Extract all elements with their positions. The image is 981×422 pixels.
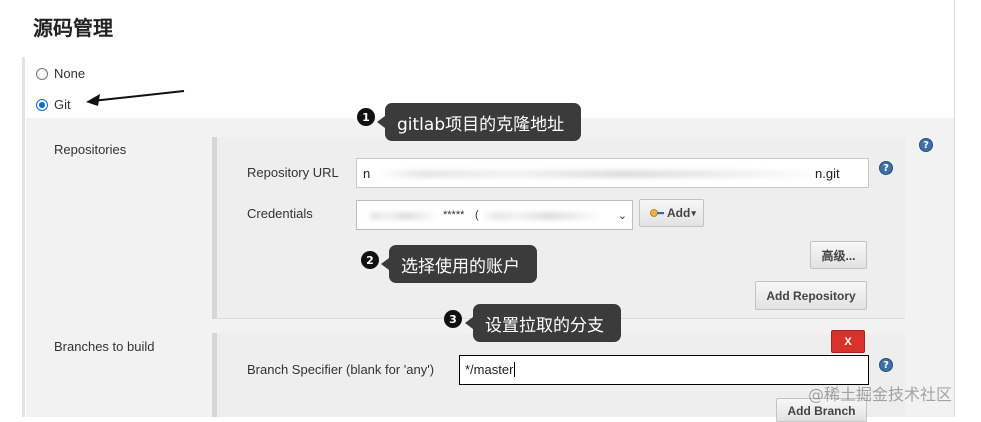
credentials-label: Credentials: [247, 206, 313, 221]
annotation-number: 2: [361, 251, 379, 269]
section-indent-bar: [22, 57, 25, 417]
watermark: @稀土掘金技术社区: [808, 385, 953, 404]
annotation-callout: gitlab项目的克隆地址: [377, 103, 581, 141]
section-title: 源码管理: [33, 16, 113, 40]
add-repository-button[interactable]: Add Repository: [755, 281, 867, 310]
annotation-callout: 选择使用的账户: [381, 245, 537, 283]
advanced-button[interactable]: 高级...: [810, 241, 867, 269]
redacted-url: [377, 170, 827, 178]
annotation-number: 3: [444, 310, 462, 328]
scm-option-none[interactable]: None: [36, 66, 85, 81]
credentials-select[interactable]: ***** ( ⌄: [356, 200, 633, 230]
radio-git[interactable]: [36, 98, 48, 111]
help-icon[interactable]: ?: [919, 138, 933, 152]
delete-branch-button[interactable]: X: [831, 330, 865, 353]
repository-url-input[interactable]: n n.git: [356, 158, 869, 188]
branch-specifier-label: Branch Specifier (blank for 'any'): [247, 362, 435, 377]
chevron-down-icon: ⌄: [617, 210, 627, 222]
help-icon[interactable]: ?: [879, 358, 893, 372]
radio-git-label: Git: [54, 97, 71, 112]
radio-none[interactable]: [36, 67, 48, 80]
branches-label: Branches to build: [54, 339, 155, 354]
help-icon[interactable]: ?: [879, 161, 893, 175]
annotation-callout: 设置拉取的分支: [465, 304, 621, 342]
scm-option-git[interactable]: Git: [36, 97, 71, 112]
annotation-number: 1: [357, 108, 375, 126]
dropdown-caret-icon: ▾: [691, 207, 696, 218]
add-credentials-button[interactable]: Add ▾: [639, 199, 704, 227]
key-icon: [650, 209, 664, 217]
arrow-annotation-icon: [86, 90, 185, 106]
radio-none-label: None: [54, 66, 86, 81]
repositories-label: Repositories: [54, 142, 127, 157]
repository-url-label: Repository URL: [247, 165, 339, 180]
redacted-credential: [367, 212, 437, 220]
redacted-credential: [483, 212, 603, 220]
